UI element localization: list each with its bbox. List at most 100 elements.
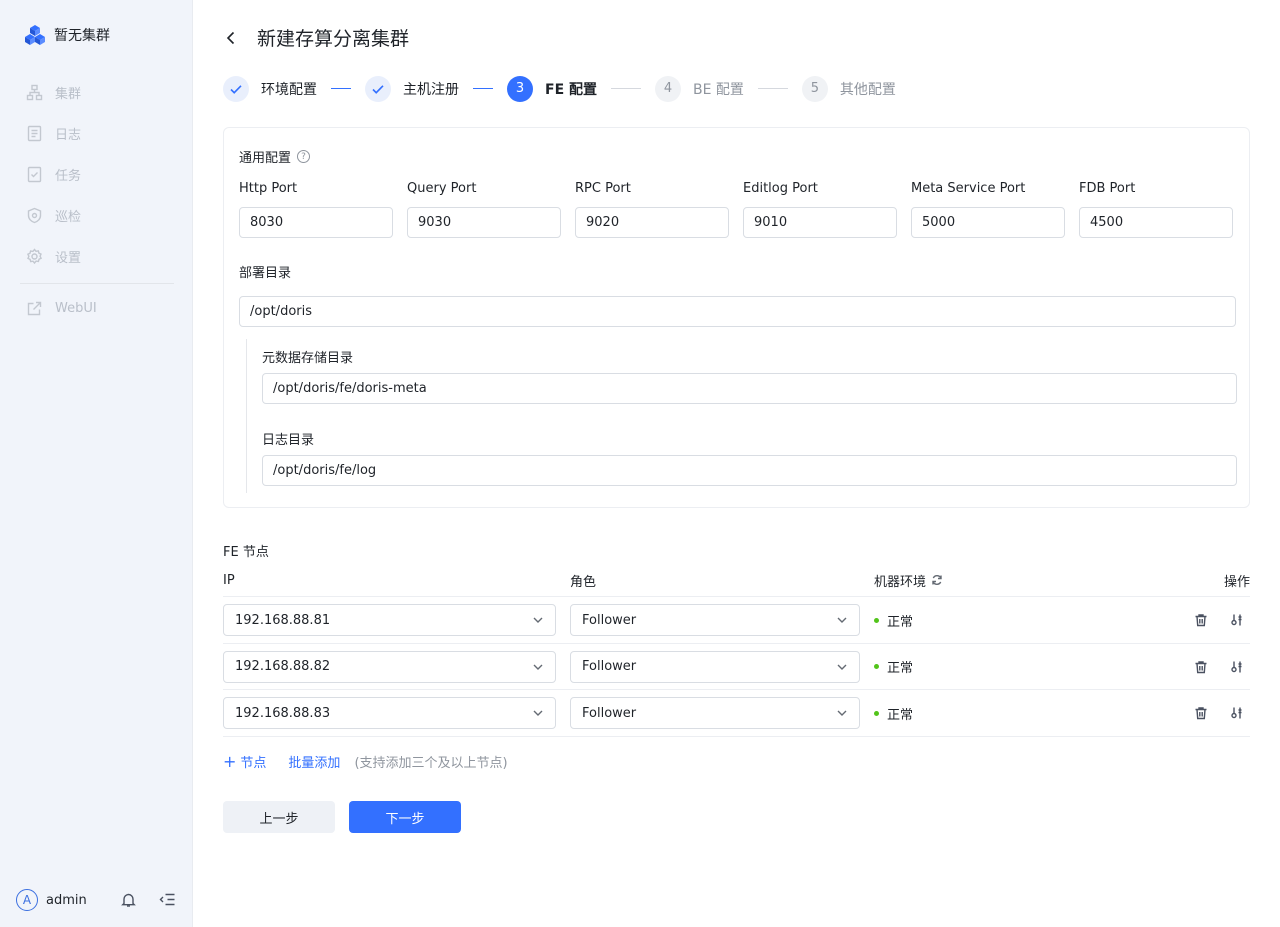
prev-step-button[interactable]: 上一步	[223, 801, 335, 833]
key-config-icon[interactable]	[1230, 660, 1244, 674]
status-text: 正常	[887, 661, 914, 676]
step-fe[interactable]: 3 FE 配置	[507, 75, 597, 102]
key-config-icon[interactable]	[1230, 613, 1244, 627]
log-icon	[27, 125, 42, 142]
step-host[interactable]: 主机注册	[365, 75, 459, 102]
log-dir-input[interactable]: /opt/doris/fe/log	[262, 455, 1237, 486]
sidebar-item-settings[interactable]: 设置	[0, 236, 193, 277]
table-header: IP 角色 机器环境 操作	[223, 564, 1250, 597]
step-circle	[365, 75, 391, 102]
step-circle: 5	[801, 75, 828, 102]
step-circle: 4	[655, 75, 682, 102]
role-select[interactable]: Follower	[570, 697, 860, 729]
back-arrow-icon[interactable]	[223, 30, 239, 46]
check-icon	[372, 84, 384, 94]
step-circle: 3	[507, 75, 533, 102]
meta-dir-label: 元数据存储目录	[262, 351, 354, 366]
chevron-down-icon	[533, 617, 543, 623]
task-icon	[27, 166, 42, 183]
sidebar-item-webui[interactable]: WebUI	[0, 288, 193, 329]
meta-service-port-field: Meta Service Port 5000	[911, 181, 1065, 238]
avatar[interactable]: A	[16, 889, 38, 911]
next-step-button[interactable]: 下一步	[349, 801, 461, 833]
sidebar: 暂无集群 集群 日志 任务 巡检 设置 WebUI A admin	[0, 0, 193, 927]
sidebar-item-log[interactable]: 日志	[0, 113, 193, 154]
main-content: 新建存算分离集群 环境配置 主机注册 3 FE 配置 4 BE 配置 5 其他配…	[193, 0, 1280, 927]
key-config-icon[interactable]	[1230, 706, 1244, 720]
step-connector	[611, 88, 642, 89]
table-row: 192.168.88.82 Follower 正常	[223, 644, 1250, 690]
sidebar-item-label: 集群	[55, 87, 82, 102]
fdb-port-input[interactable]: 4500	[1079, 207, 1233, 238]
meta-dir-input[interactable]: /opt/doris/fe/doris-meta	[262, 373, 1237, 404]
editlog-port-field: Editlog Port 9010	[743, 181, 897, 238]
step-other[interactable]: 5 其他配置	[801, 75, 896, 102]
sidebar-webui-section: WebUI	[0, 288, 193, 329]
add-node-label: 节点	[240, 756, 267, 771]
role-select-value: Follower	[582, 612, 637, 628]
role-select-value: Follower	[582, 659, 637, 674]
env-status: 正常	[874, 644, 913, 690]
query-port-input[interactable]: 9030	[407, 207, 561, 238]
fe-nodes-title: FE 节点	[223, 545, 269, 560]
gear-icon	[26, 248, 43, 265]
ip-select[interactable]: 192.168.88.83	[223, 697, 556, 729]
column-header-role: 角色	[570, 574, 597, 590]
check-icon	[230, 84, 242, 94]
table-row: 192.168.88.83 Follower 正常	[223, 690, 1250, 737]
column-header-ip: IP	[223, 572, 235, 588]
username[interactable]: admin	[46, 893, 87, 908]
general-config-card: 通用配置 ? Http Port 8030 Query Port 9030 RP…	[223, 127, 1250, 508]
ip-select[interactable]: 192.168.88.82	[223, 650, 556, 683]
ip-select[interactable]: 192.168.88.81	[223, 604, 556, 636]
step-circle	[223, 75, 249, 102]
brand[interactable]: 暂无集群	[24, 24, 110, 46]
sidebar-divider	[20, 283, 174, 284]
trash-icon[interactable]	[1194, 613, 1208, 627]
step-connector	[757, 88, 788, 89]
trash-icon[interactable]	[1194, 706, 1208, 720]
column-header-env: 机器环境	[874, 571, 943, 590]
sidebar-item-inspection[interactable]: 巡检	[0, 195, 193, 236]
add-node-row: + 节点 批量添加 (支持添加三个及以上节点)	[223, 752, 508, 771]
trash-icon[interactable]	[1194, 660, 1208, 674]
deploy-dir-input[interactable]: /opt/doris	[239, 296, 1236, 327]
deploy-dir-label: 部署目录	[239, 266, 292, 281]
sidebar-item-task[interactable]: 任务	[0, 154, 193, 195]
external-link-icon	[27, 301, 42, 316]
query-port-field: Query Port 9030	[407, 181, 561, 238]
chevron-down-icon	[533, 710, 543, 716]
step-connector	[331, 88, 351, 89]
sidebar-item-cluster[interactable]: 集群	[0, 72, 193, 113]
port-fields: Http Port 8030 Query Port 9030 RPC Port …	[239, 181, 1233, 238]
rpc-port-input[interactable]: 9020	[575, 207, 729, 238]
status-dot	[874, 617, 879, 623]
field-label: Http Port	[239, 181, 298, 196]
shield-icon	[27, 207, 42, 224]
step-label: 环境配置	[261, 81, 317, 98]
role-select[interactable]: Follower	[570, 650, 860, 683]
step-label: 其他配置	[839, 81, 896, 98]
sidebar-item-label: 设置	[55, 251, 82, 266]
row-actions	[1194, 644, 1244, 690]
brand-name: 暂无集群	[54, 28, 110, 44]
step-env[interactable]: 环境配置	[223, 75, 317, 102]
table-row: 192.168.88.81 Follower 正常	[223, 597, 1250, 644]
role-select[interactable]: Follower	[570, 604, 860, 636]
collapse-menu-icon[interactable]	[159, 891, 176, 908]
add-node-button[interactable]: + 节点	[223, 752, 266, 771]
bell-icon[interactable]	[120, 891, 137, 908]
chevron-down-icon	[533, 664, 543, 670]
editlog-port-input[interactable]: 9010	[743, 207, 897, 238]
plus-icon: +	[223, 751, 237, 771]
step-be[interactable]: 4 BE 配置	[655, 75, 744, 102]
sidebar-item-label: 巡检	[55, 210, 82, 225]
step-label: 主机注册	[403, 81, 459, 98]
batch-add-button[interactable]: 批量添加	[288, 752, 340, 771]
ip-select-value: 192.168.88.83	[235, 705, 331, 721]
meta-service-port-input[interactable]: 5000	[911, 207, 1065, 238]
field-label: Meta Service Port	[911, 181, 1026, 196]
http-port-input[interactable]: 8030	[239, 207, 393, 238]
help-icon[interactable]: ?	[297, 150, 311, 163]
refresh-icon[interactable]	[931, 574, 943, 586]
